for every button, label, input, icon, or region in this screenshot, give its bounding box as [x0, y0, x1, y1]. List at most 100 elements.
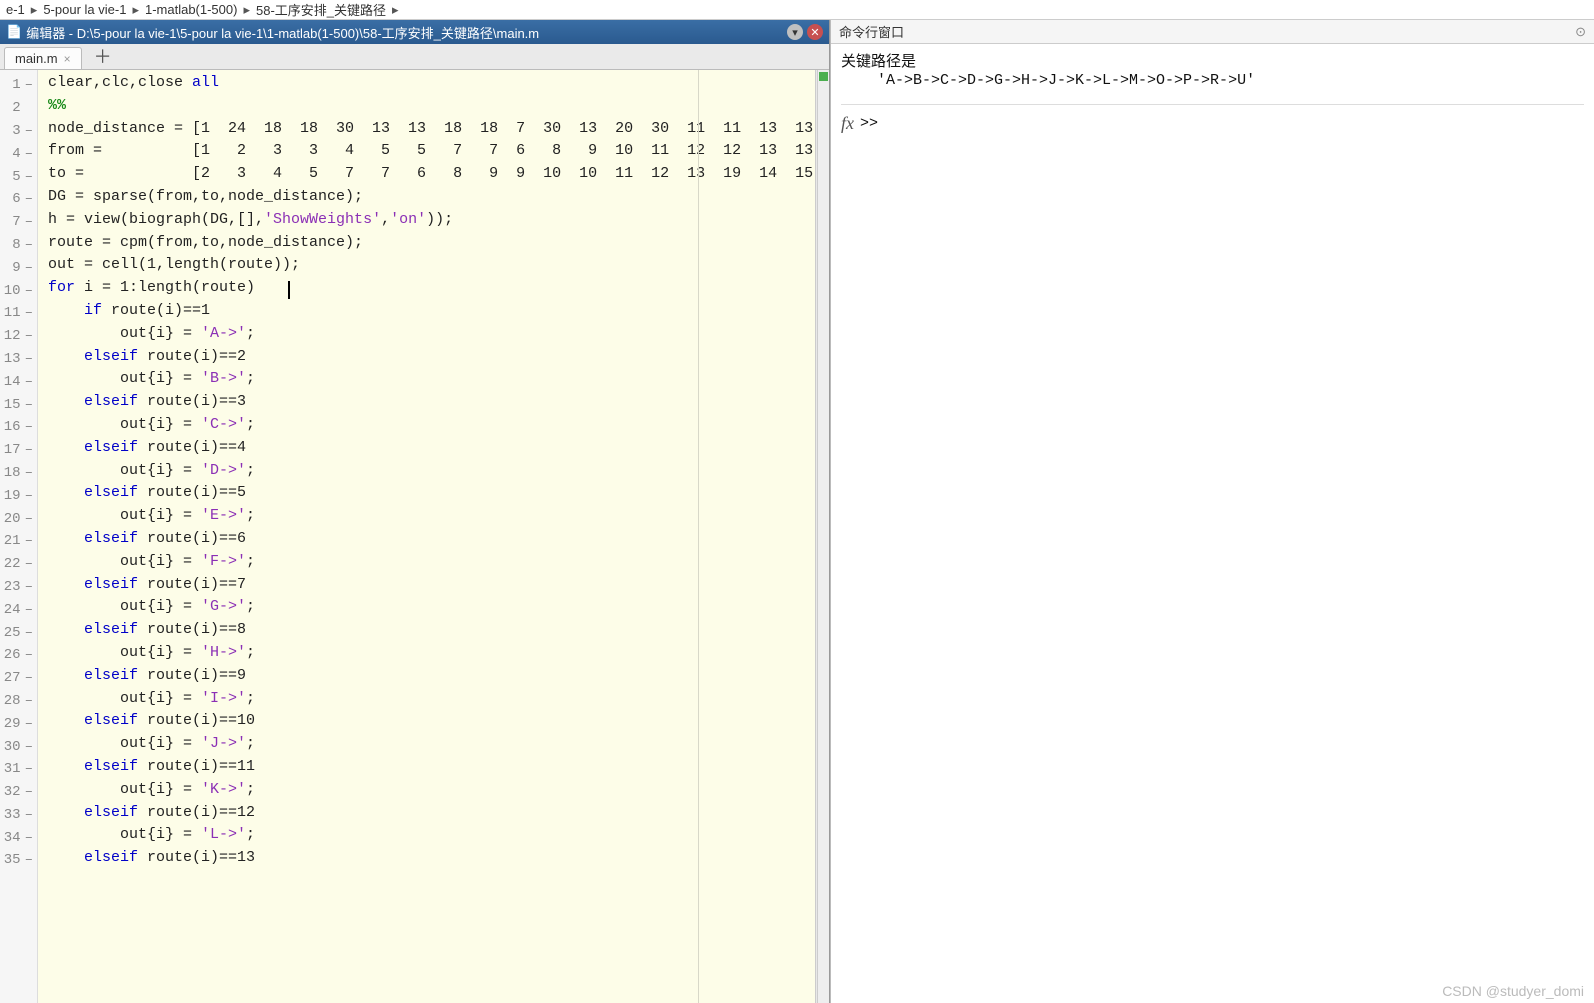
code-line[interactable]: elseif route(i)==11 — [48, 758, 815, 781]
line-number: 9– — [0, 256, 37, 279]
line-number: 21– — [0, 530, 37, 553]
code-line[interactable]: from = [1 2 3 3 4 5 5 7 7 6 8 9 10 11 12… — [48, 142, 815, 165]
code-line[interactable]: elseif route(i)==3 — [48, 393, 815, 416]
code-line[interactable]: DG = sparse(from,to,node_distance); — [48, 188, 815, 211]
line-number: 23– — [0, 576, 37, 599]
line-number: 5– — [0, 165, 37, 188]
output-line: 关键路径是 — [841, 50, 1584, 72]
close-icon[interactable]: × — [64, 52, 71, 66]
line-number: 12– — [0, 325, 37, 348]
code-line[interactable]: elseif route(i)==8 — [48, 621, 815, 644]
code-line[interactable]: out{i} = 'C->'; — [48, 416, 815, 439]
output-line: 'A->B->C->D->G->H->J->K->L->M->O->P->R->… — [841, 72, 1584, 94]
line-number: 14– — [0, 370, 37, 393]
line-number: 20– — [0, 507, 37, 530]
code-line[interactable]: out{i} = 'B->'; — [48, 370, 815, 393]
code-line[interactable]: out{i} = 'A->'; — [48, 325, 815, 348]
chevron-right-icon: ▸ — [31, 2, 38, 18]
breadcrumb-item[interactable]: 5-pour la vie-1 — [43, 2, 126, 17]
code-line[interactable]: elseif route(i)==2 — [48, 348, 815, 371]
line-number: 1– — [0, 74, 37, 97]
code-status-strip — [817, 70, 829, 1003]
code-line[interactable]: elseif route(i)==10 — [48, 712, 815, 735]
line-number: 16– — [0, 416, 37, 439]
code-line[interactable]: clear,clc,close all — [48, 74, 815, 97]
line-number: 31– — [0, 758, 37, 781]
code-line[interactable]: elseif route(i)==5 — [48, 484, 815, 507]
tab-add-button[interactable]: ＋ — [88, 43, 118, 69]
expand-icon[interactable]: ⊙ — [1575, 24, 1586, 40]
status-ok-indicator — [819, 72, 828, 81]
fx-icon[interactable]: fx — [841, 113, 854, 134]
code-line[interactable]: out{i} = 'L->'; — [48, 826, 815, 849]
line-number: 30– — [0, 735, 37, 758]
code-line[interactable]: elseif route(i)==6 — [48, 530, 815, 553]
editor-titlebar: 📄 编辑器 - D:\5-pour la vie-1\5-pour la vie… — [0, 20, 829, 44]
line-number: 6– — [0, 188, 37, 211]
code-line[interactable]: route = cpm(from,to,node_distance); — [48, 234, 815, 257]
minimize-button[interactable]: ▾ — [787, 24, 803, 40]
line-number: 18– — [0, 462, 37, 485]
chevron-right-icon: ▸ — [392, 2, 399, 18]
line-number: 29– — [0, 712, 37, 735]
line-number: 28– — [0, 690, 37, 713]
line-number: 34– — [0, 826, 37, 849]
line-number: 8– — [0, 234, 37, 257]
code-line[interactable]: out{i} = 'K->'; — [48, 781, 815, 804]
page-icon: 📄 — [6, 24, 22, 40]
watermark: CSDN @studyer_domi — [1442, 983, 1584, 999]
code-line[interactable]: elseif route(i)==4 — [48, 439, 815, 462]
text-cursor — [288, 281, 290, 299]
chevron-right-icon: ▸ — [132, 2, 139, 18]
close-button[interactable]: ✕ — [807, 24, 823, 40]
line-number: 15– — [0, 393, 37, 416]
code-line[interactable]: elseif route(i)==9 — [48, 667, 815, 690]
code-line[interactable]: out{i} = 'I->'; — [48, 690, 815, 713]
code-area[interactable]: clear,clc,close all%%node_distance = [1 … — [38, 70, 815, 1003]
command-window-body[interactable]: 关键路径是 'A->B->C->D->G->H->J->K->L->M->O->… — [831, 44, 1594, 1003]
editor-body[interactable]: 1–2–3–4–5–6–7–8–9–10–11–12–13–14–15–16–1… — [0, 70, 829, 1003]
code-line[interactable]: out{i} = 'E->'; — [48, 507, 815, 530]
code-line[interactable]: if route(i)==1 — [48, 302, 815, 325]
editor-title: 编辑器 - D:\5-pour la vie-1\5-pour la vie-1… — [26, 23, 783, 42]
code-line[interactable]: out{i} = 'J->'; — [48, 735, 815, 758]
line-number: 3– — [0, 120, 37, 143]
breadcrumb-item[interactable]: 1-matlab(1-500) — [145, 2, 238, 17]
code-line[interactable]: out{i} = 'H->'; — [48, 644, 815, 667]
line-number: 25– — [0, 621, 37, 644]
line-number: 11– — [0, 302, 37, 325]
line-number: 10– — [0, 279, 37, 302]
breadcrumb-item[interactable]: e-1 — [6, 2, 25, 17]
line-number: 35– — [0, 849, 37, 872]
line-number: 17– — [0, 439, 37, 462]
code-line[interactable]: out = cell(1,length(route)); — [48, 256, 815, 279]
code-line[interactable]: to = [2 3 4 5 7 7 6 8 9 9 10 10 11 12 13… — [48, 165, 815, 188]
code-line[interactable]: for i = 1:length(route) — [48, 279, 815, 302]
command-window-panel: 命令行窗口 ⊙ 关键路径是 'A->B->C->D->G->H->J->K->L… — [830, 20, 1594, 1003]
breadcrumb-item[interactable]: 58-工序安排_关键路径 — [256, 0, 386, 19]
command-window-title: 命令行窗口 — [839, 22, 904, 41]
code-line[interactable]: elseif route(i)==13 — [48, 849, 815, 872]
editor-panel: 📄 编辑器 - D:\5-pour la vie-1\5-pour la vie… — [0, 20, 830, 1003]
code-line[interactable]: node_distance = [1 24 18 18 30 13 13 18 … — [48, 120, 815, 143]
line-number: 27– — [0, 667, 37, 690]
line-number: 7– — [0, 211, 37, 234]
code-line[interactable]: out{i} = 'F->'; — [48, 553, 815, 576]
code-line[interactable]: elseif route(i)==12 — [48, 804, 815, 827]
line-number: 26– — [0, 644, 37, 667]
prompt: >> — [860, 115, 878, 132]
code-line[interactable]: h = view(biograph(DG,[],'ShowWeights','o… — [48, 211, 815, 234]
tab-main[interactable]: main.m × — [4, 47, 82, 69]
line-number: 19– — [0, 484, 37, 507]
code-line[interactable]: %% — [48, 97, 815, 120]
tab-label: main.m — [15, 51, 58, 66]
line-number: 13– — [0, 348, 37, 371]
command-window-titlebar: 命令行窗口 ⊙ — [831, 20, 1594, 44]
line-number: 32– — [0, 781, 37, 804]
breadcrumb: e-1 ▸ 5-pour la vie-1 ▸ 1-matlab(1-500) ▸ 5… — [0, 0, 1594, 20]
code-line[interactable]: out{i} = 'D->'; — [48, 462, 815, 485]
line-gutter: 1–2–3–4–5–6–7–8–9–10–11–12–13–14–15–16–1… — [0, 70, 38, 1003]
code-line[interactable]: out{i} = 'G->'; — [48, 598, 815, 621]
code-line[interactable]: elseif route(i)==7 — [48, 576, 815, 599]
editor-tabbar: main.m × ＋ — [0, 44, 829, 70]
